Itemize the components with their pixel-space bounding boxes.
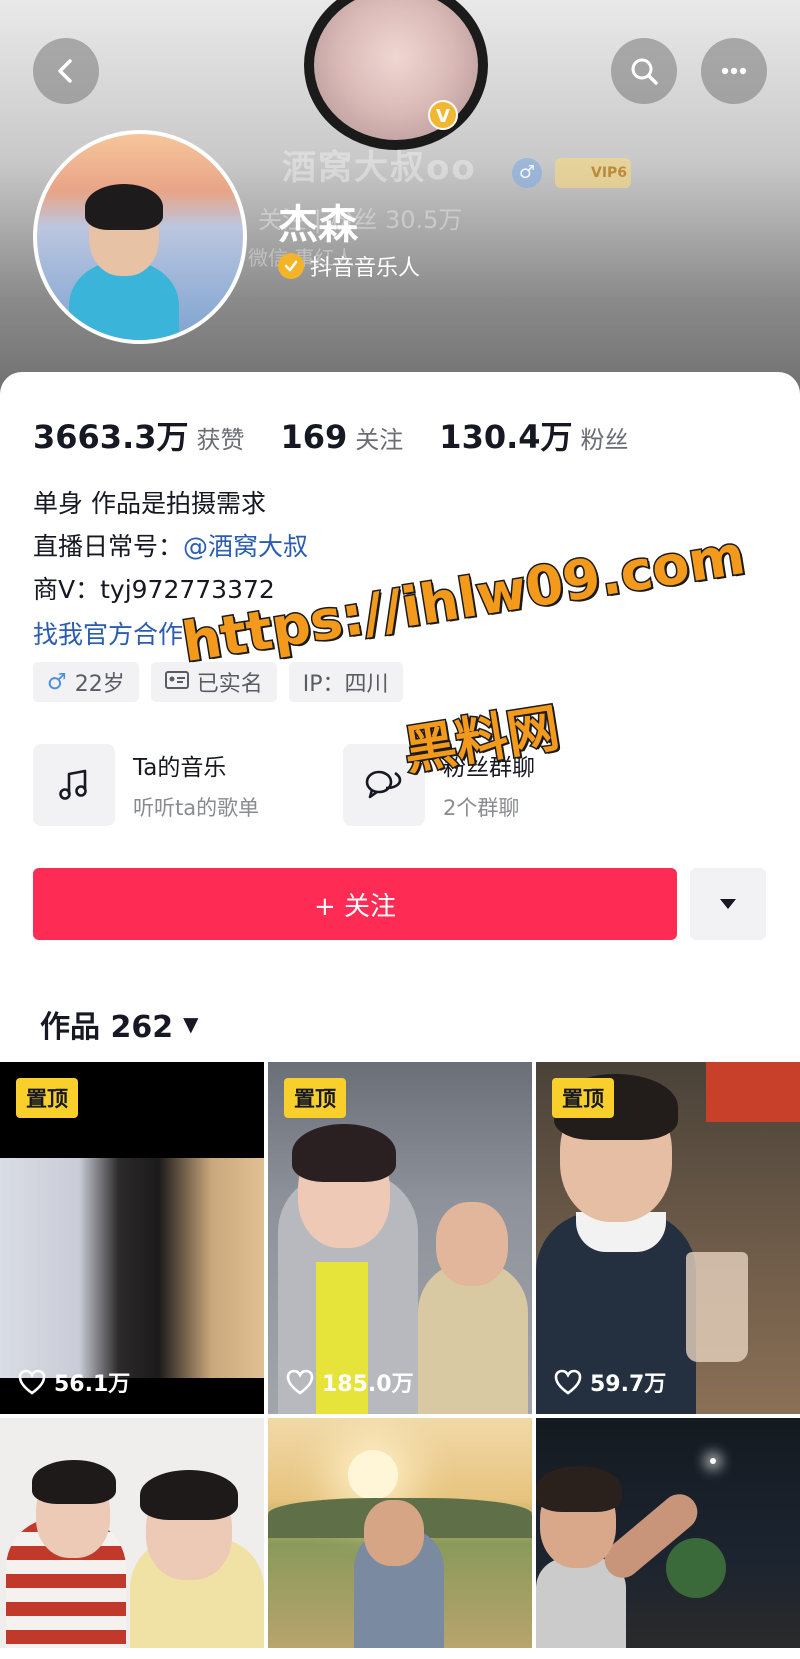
profile-name: 杰森 bbox=[278, 202, 358, 248]
group-chat-subtitle: 2个群聊 bbox=[443, 796, 520, 820]
followers-label[interactable]: 粉丝 bbox=[581, 420, 629, 455]
likes-count: 3663.3万 bbox=[33, 418, 189, 456]
caret-down-icon bbox=[720, 899, 736, 909]
search-icon bbox=[631, 58, 658, 85]
video-thumbnail[interactable]: 置顶 56.1万 bbox=[0, 1062, 264, 1414]
age-tag: ♂ 22岁 bbox=[33, 662, 139, 702]
video-thumbnail[interactable]: 置顶 185.0万 bbox=[268, 1062, 532, 1414]
verified-check-icon bbox=[278, 253, 304, 279]
ip-location-text: IP：四川 bbox=[302, 672, 389, 697]
verification-label[interactable]: 抖音音乐人 bbox=[278, 250, 420, 282]
like-count-text: 59.7万 bbox=[590, 1372, 667, 1397]
verified-badge-icon: V bbox=[428, 100, 458, 130]
heart-icon bbox=[18, 1369, 46, 1395]
official-cooperation-link[interactable]: 找我官方合作 bbox=[33, 615, 183, 651]
heart-icon bbox=[286, 1369, 314, 1395]
heart-icon bbox=[554, 1369, 582, 1395]
male-icon: ♂ bbox=[512, 158, 542, 188]
search-button[interactable] bbox=[611, 38, 677, 104]
more-button[interactable] bbox=[701, 38, 767, 104]
id-card-icon bbox=[164, 670, 189, 695]
video-thumbnail[interactable]: 置顶 59.7万 bbox=[536, 1062, 800, 1414]
background-name: 酒窝大叔oo bbox=[282, 148, 477, 188]
works-tab[interactable]: 作品 262 ▼ bbox=[40, 1002, 198, 1046]
pinned-badge: 置顶 bbox=[16, 1078, 78, 1118]
avatar[interactable] bbox=[33, 130, 247, 344]
bio-line-3: 商V：tyj972773372 bbox=[33, 575, 275, 604]
male-icon: ♂ bbox=[47, 669, 67, 695]
video-thumbnail[interactable] bbox=[0, 1418, 264, 1648]
bio-line-2-prefix: 直播日常号： bbox=[33, 532, 184, 561]
chevron-left-icon bbox=[58, 59, 72, 83]
stats-row: 3663.3万 获赞 169 关注 130.4万 粉丝 bbox=[33, 412, 665, 458]
bio-line-1: 单身 作品是拍摄需求 bbox=[33, 489, 266, 518]
pinned-badge: 置顶 bbox=[284, 1078, 346, 1118]
age-text: 22岁 bbox=[74, 672, 125, 697]
vip-badge: VIP6 bbox=[555, 158, 631, 188]
mention-link[interactable]: @酒窝大叔 bbox=[183, 532, 308, 561]
bio-line-2: 直播日常号：@酒窝大叔 bbox=[33, 527, 308, 563]
video-thumbnail[interactable] bbox=[268, 1418, 532, 1648]
like-count: 56.1万 bbox=[18, 1366, 130, 1398]
back-button[interactable] bbox=[33, 38, 99, 104]
like-count: 59.7万 bbox=[554, 1366, 666, 1398]
works-label: 作品 262 bbox=[40, 1010, 174, 1045]
like-count: 185.0万 bbox=[286, 1366, 414, 1398]
pinned-badge: 置顶 bbox=[552, 1078, 614, 1118]
following-count[interactable]: 169 bbox=[281, 418, 348, 456]
music-title: Ta的音乐 bbox=[133, 755, 227, 781]
follow-dropdown-button[interactable] bbox=[690, 868, 766, 940]
more-dots-icon bbox=[721, 67, 747, 75]
followers-count[interactable]: 130.4万 bbox=[439, 412, 572, 458]
profile-header: V 酒窝大叔oo ♂ VIP6 关注 | 粉丝 30.5万 微信 事红人 杰森 … bbox=[0, 0, 800, 400]
like-count-text: 56.1万 bbox=[54, 1372, 131, 1397]
background-avatar: V bbox=[304, 0, 488, 150]
like-count-text: 185.0万 bbox=[322, 1372, 414, 1397]
verification-text: 抖音音乐人 bbox=[310, 256, 421, 281]
caret-down-icon: ▼ bbox=[183, 1012, 199, 1036]
video-thumbnail[interactable] bbox=[536, 1418, 800, 1648]
ip-location-tag: IP：四川 bbox=[288, 662, 403, 702]
following-label[interactable]: 关注 bbox=[355, 420, 403, 455]
likes-label: 获赞 bbox=[196, 426, 245, 454]
music-entry[interactable]: Ta的音乐 听听ta的歌单 bbox=[33, 744, 259, 826]
music-note-icon bbox=[33, 744, 115, 826]
follow-button[interactable]: + 关注 bbox=[33, 868, 677, 940]
music-subtitle: 听听ta的歌单 bbox=[133, 796, 260, 820]
